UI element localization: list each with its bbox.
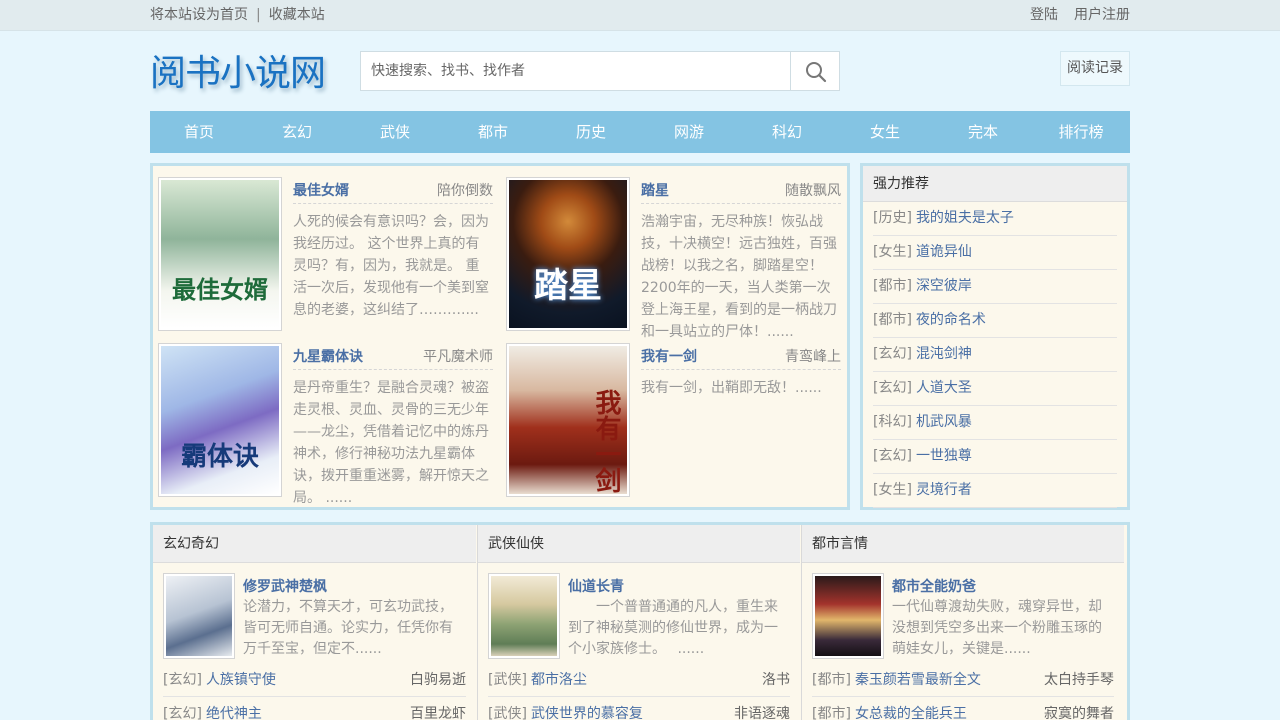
book-cover[interactable]: 最佳女婿 (158, 177, 282, 331)
featured-book: 我有一剑 我有一剑 青鸾峰上 我有一剑，出鞘即无敌！...... (501, 332, 841, 497)
nav-item-home[interactable]: 首页 (150, 111, 248, 153)
nav-item-lishi[interactable]: 历史 (542, 111, 640, 153)
category-sections: 玄幻奇幻 修罗武神楚枫 论潜力，不算天才，可玄功武技，皆可无师自通。论实力，任凭… (150, 522, 1130, 720)
login-link[interactable]: 登陆 (1030, 7, 1058, 23)
book-author: 青鸾峰上 (785, 349, 841, 365)
featured-book: 最佳女婿 最佳女婿 陪你倒数 人死的候会有意识吗？会，因为我经历过。 这个世界上… (153, 166, 493, 331)
reading-history-button[interactable]: 阅读记录 (1060, 51, 1130, 86)
category-title: 玄幻奇幻 (153, 525, 476, 563)
book-description: 我有一剑，出鞘即无敌！...... (641, 380, 822, 396)
divider (641, 203, 841, 204)
book-cover[interactable] (812, 573, 884, 659)
nav-item-nvsheng[interactable]: 女生 (836, 111, 934, 153)
topbar-separator: | (256, 7, 261, 23)
category-column: 武侠仙侠 仙道长青 一个普普通通的凡人，重生来到了神秘莫测的修仙世界，成为一个小… (477, 525, 800, 720)
book-author: 平凡魔术师 (423, 349, 493, 365)
cover-title-text: 我有一剑 (591, 389, 621, 493)
category-top-book: 仙道长青 一个普普通通的凡人，重生来到了神秘莫测的修仙世界，成为一个小家族修士。… (488, 573, 790, 661)
list-item[interactable]: [玄幻] 人族镇守使 白驹易逝 (163, 663, 466, 697)
list-item[interactable]: [女生] 道诡异仙 (873, 236, 1117, 270)
nav-item-wangyou[interactable]: 网游 (640, 111, 738, 153)
search-box (360, 51, 840, 91)
book-description: 人死的候会有意识吗？会，因为我经历过。 这个世界上真的有灵吗？有，因为，我就是。… (293, 214, 489, 318)
list-item[interactable]: [都市] 女总裁的全能兵王 寂寞的舞者 (812, 697, 1114, 720)
list-item[interactable]: [玄幻] 人道大圣 (873, 372, 1117, 406)
list-item[interactable]: [历史] 我的姐夫是太子 (873, 202, 1117, 236)
nav-item-xuanhuan[interactable]: 玄幻 (248, 111, 346, 153)
book-title[interactable]: 我有一剑 (641, 346, 697, 366)
book-cover[interactable]: 霸体诀 (158, 343, 282, 497)
recommend-panel: 强力推荐 [历史] 我的姐夫是太子 [女生] 道诡异仙 [都市] 深空彼岸 [都市] 夜… (860, 163, 1130, 510)
nav-item-dushi[interactable]: 都市 (444, 111, 542, 153)
nav-item-kehuan[interactable]: 科幻 (738, 111, 836, 153)
search-icon (806, 62, 827, 83)
category-top-book: 修罗武神楚枫 论潜力，不算天才，可玄功武技，皆可无师自通。论实力，任凭你有万千至… (163, 573, 466, 661)
book-title[interactable]: 仙道长青 (568, 576, 624, 596)
book-title[interactable]: 修罗武神楚枫 (243, 576, 327, 596)
list-item[interactable]: [都市] 深空彼岸 (873, 270, 1117, 304)
search-input[interactable] (361, 52, 791, 90)
category-column: 玄幻奇幻 修罗武神楚枫 论潜力，不算天才，可玄功武技，皆可无师自通。论实力，任凭… (153, 525, 476, 720)
book-cover[interactable] (488, 573, 560, 659)
site-logo[interactable]: 阅书小说网 (150, 44, 326, 96)
list-item[interactable]: [都市] 夜的命名术 (873, 304, 1117, 338)
category-column: 都市言情 都市全能奶爸 一代仙尊渡劫失败，魂穿异世，却没想到凭空多出来一个粉雕玉… (801, 525, 1124, 720)
book-author: 陪你倒数 (437, 183, 493, 199)
list-item[interactable]: [玄幻] 一世独尊 (873, 440, 1117, 474)
nav-item-ranking[interactable]: 排行榜 (1032, 111, 1130, 153)
book-title[interactable]: 都市全能奶爸 (892, 576, 976, 596)
book-description: 论潜力，不算天才，可玄功武技，皆可无师自通。论实力，任凭你有万千至宝，但定不..… (243, 599, 453, 657)
category-title: 都市言情 (802, 525, 1124, 563)
book-description: 一代仙尊渡劫失败，魂穿异世，却没想到凭空多出来一个粉雕玉琢的萌娃女儿，关键是..… (892, 599, 1102, 657)
divider (293, 203, 493, 204)
featured-book: 踏星 踏星 随散飘风 浩瀚宇宙，无尽种族！恢弘战技，十决横空！远古独姓，百强战榜… (501, 166, 841, 340)
divider (641, 369, 841, 370)
list-item[interactable]: [都市] 秦玉颜若雪最新全文 太白持手琴 (812, 663, 1114, 697)
category-title: 武侠仙侠 (478, 525, 800, 563)
recommend-title: 强力推荐 (863, 166, 1127, 202)
divider (293, 369, 493, 370)
book-description: 浩瀚宇宙，无尽种族！恢弘战技，十决横空！远古独姓，百强战榜！以我之名，脚踏星空！… (641, 214, 837, 340)
set-homepage-link[interactable]: 将本站设为首页 (150, 7, 248, 23)
list-item[interactable]: [科幻] 机武风暴 (873, 406, 1117, 440)
book-author: 随散飘风 (785, 183, 841, 199)
book-description: 一个普普通通的凡人，重生来到了神秘莫测的修仙世界，成为一个小家族修士。 ....… (568, 599, 778, 657)
list-item[interactable]: [玄幻] 绝代神主 百里龙虾 (163, 697, 466, 720)
book-description: 是丹帝重生？是融合灵魂？被盗走灵根、灵血、灵骨的三无少年——龙尘，凭借着记忆中的… (293, 380, 489, 506)
cover-title-text: 踏星 (534, 266, 602, 306)
book-title[interactable]: 九星霸体诀 (293, 346, 363, 366)
featured-book: 霸体诀 九星霸体诀 平凡魔术师 是丹帝重生？是融合灵魂？被盗走灵根、灵血、灵骨的… (153, 332, 493, 506)
book-title[interactable]: 踏星 (641, 180, 669, 200)
book-cover[interactable]: 踏星 (506, 177, 630, 331)
top-bar: 将本站设为首页 | 收藏本站 登陆 用户注册 (0, 0, 1280, 31)
list-item[interactable]: [武侠] 武侠世界的慕容复 非语逐魂 (488, 697, 790, 720)
cover-title-text: 霸体诀 (180, 442, 259, 472)
list-item[interactable]: [女生] 灵境行者 (873, 474, 1117, 508)
list-item[interactable]: [玄幻] 混沌剑神 (873, 338, 1117, 372)
nav-item-wuxia[interactable]: 武侠 (346, 111, 444, 153)
cover-title-text: 最佳女婿 (172, 276, 268, 304)
register-link[interactable]: 用户注册 (1074, 7, 1130, 23)
bookmark-site-link[interactable]: 收藏本站 (269, 7, 325, 23)
featured-books: 最佳女婿 最佳女婿 陪你倒数 人死的候会有意识吗？会，因为我经历过。 这个世界上… (150, 163, 850, 510)
search-button[interactable] (790, 52, 839, 90)
main-nav: 首页 玄幻 武侠 都市 历史 网游 科幻 女生 完本 排行榜 (150, 111, 1130, 153)
nav-item-wanben[interactable]: 完本 (934, 111, 1032, 153)
book-cover[interactable]: 我有一剑 (506, 343, 630, 497)
book-cover[interactable] (163, 573, 235, 659)
list-item[interactable]: [武侠] 都市洛尘 洛书 (488, 663, 790, 697)
book-title[interactable]: 最佳女婿 (293, 180, 349, 200)
category-top-book: 都市全能奶爸 一代仙尊渡劫失败，魂穿异世，却没想到凭空多出来一个粉雕玉琢的萌娃女… (812, 573, 1114, 661)
